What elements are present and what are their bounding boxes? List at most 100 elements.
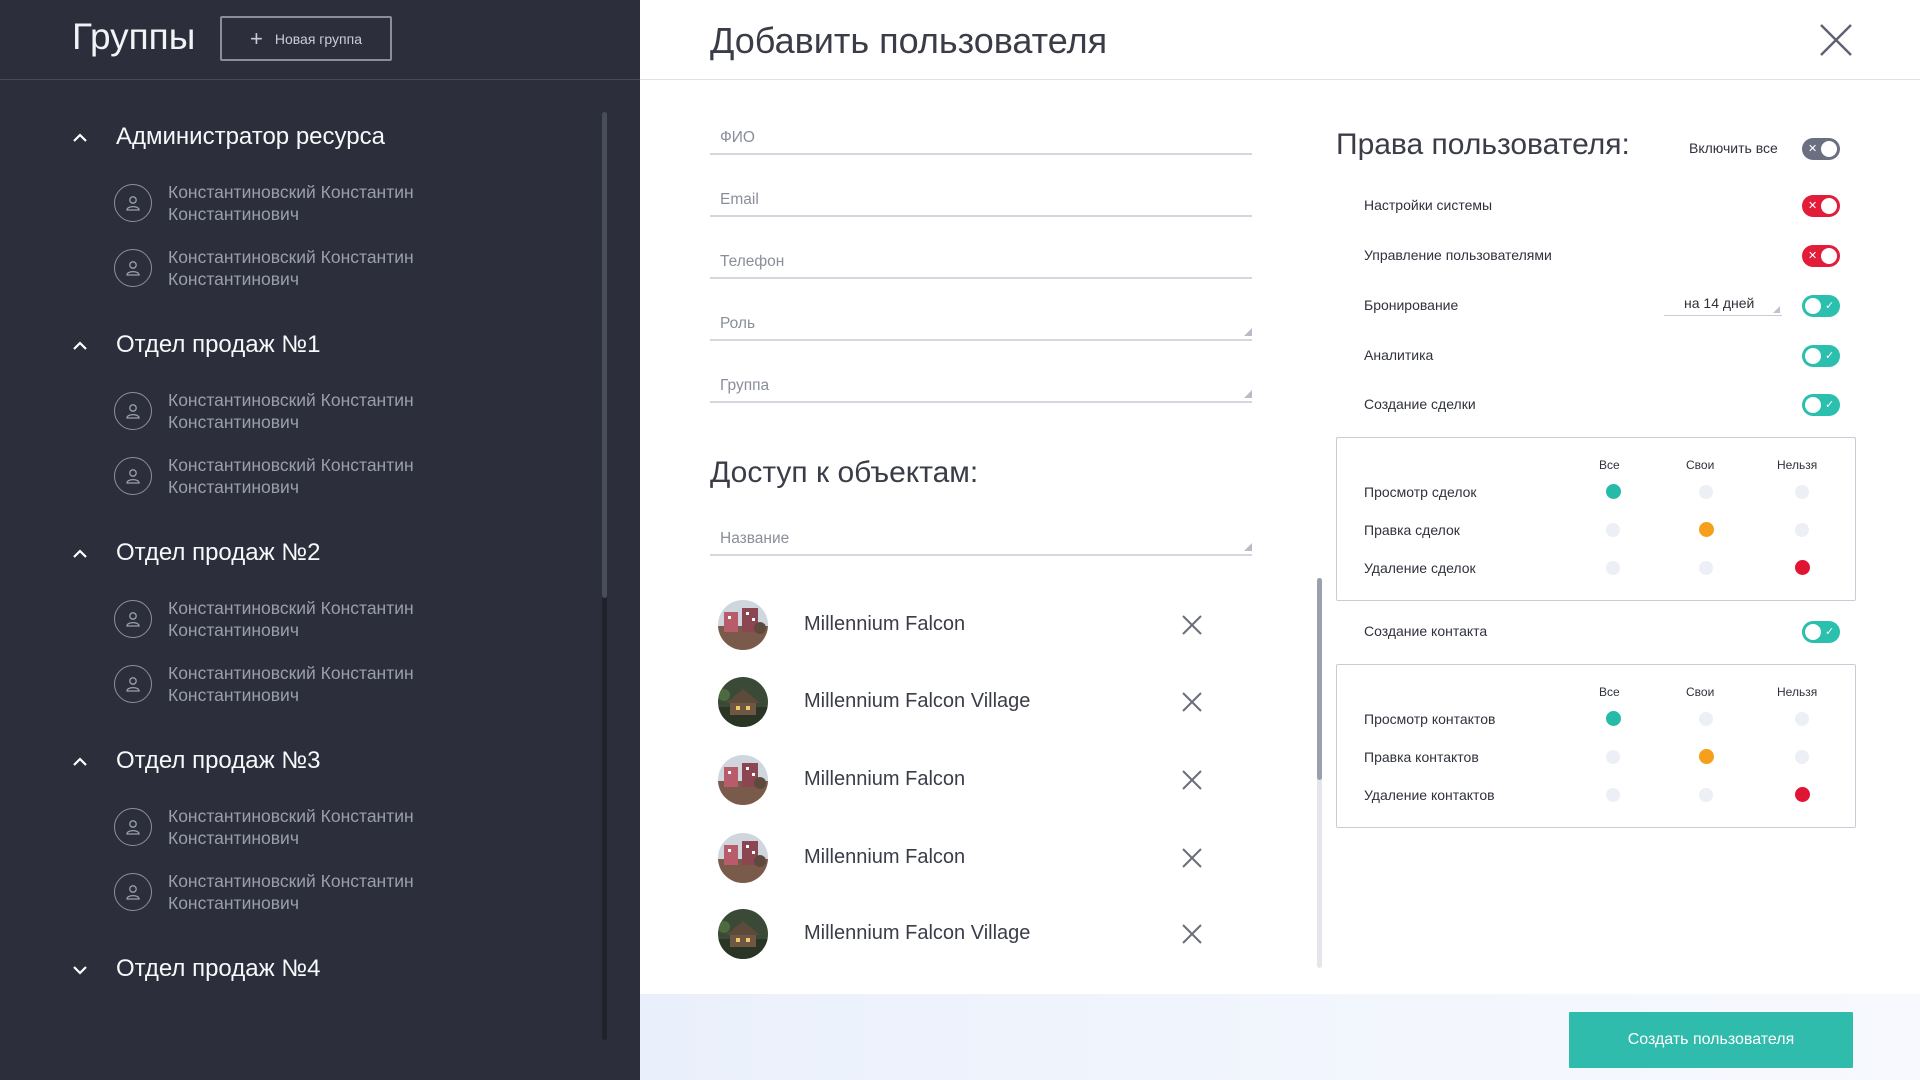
toggle-knob — [1805, 397, 1821, 413]
toggle-knob — [1805, 624, 1821, 640]
sidebar-scrollbar-thumb[interactable] — [602, 112, 607, 598]
resize-corner-icon — [1244, 328, 1252, 336]
radio-edit-none[interactable] — [1795, 750, 1809, 764]
matrix-row-label: Правка сделок — [1364, 522, 1460, 538]
radio-edit-none[interactable] — [1795, 523, 1809, 537]
toggle-knob — [1821, 141, 1837, 157]
object-item: Millennium Falcon Village — [710, 672, 1230, 732]
object-item: Millennium Falcon — [710, 595, 1230, 655]
close-icon[interactable] — [1818, 22, 1854, 58]
member-name: Константиновский Константин Константинов… — [168, 598, 414, 640]
column-own: Свои — [1686, 458, 1715, 472]
radio-view-none[interactable] — [1795, 712, 1809, 726]
check-icon: ✓ — [1825, 626, 1835, 638]
remove-x-icon[interactable] — [1180, 922, 1204, 946]
object-name: Millennium Falcon — [804, 613, 966, 635]
radio-view-none[interactable] — [1795, 485, 1809, 499]
radio-delete-own[interactable] — [1699, 561, 1713, 575]
user-management-toggle[interactable]: ✕ — [1802, 245, 1840, 267]
user-avatar-icon — [114, 665, 152, 703]
radio-edit-own[interactable] — [1699, 749, 1714, 764]
radio-delete-none[interactable] — [1795, 560, 1810, 575]
radio-edit-all[interactable] — [1606, 523, 1620, 537]
x-icon: ✕ — [1808, 250, 1818, 262]
group-header[interactable]: Отдел продаж №4 — [0, 950, 560, 990]
radio-view-own[interactable] — [1699, 485, 1713, 499]
radio-edit-all[interactable] — [1606, 750, 1620, 764]
radio-delete-all[interactable] — [1606, 561, 1620, 575]
remove-x-icon[interactable] — [1180, 846, 1204, 870]
radio-view-own[interactable] — [1699, 712, 1713, 726]
member-item[interactable]: Константиновский Константин Константинов… — [114, 388, 574, 436]
role-select[interactable]: Роль — [710, 301, 1252, 341]
object-name: Millennium Falcon — [804, 846, 966, 868]
radio-delete-all[interactable] — [1606, 788, 1620, 802]
enable-all-label: Включить все — [1689, 140, 1778, 156]
group-header[interactable]: Администратор ресурса — [0, 118, 560, 158]
fio-field[interactable]: ФИО — [710, 115, 1252, 155]
role-placeholder: Роль — [720, 315, 756, 332]
radio-delete-none[interactable] — [1795, 787, 1810, 802]
user-avatar-icon — [114, 249, 152, 287]
resize-corner-icon — [1773, 306, 1780, 313]
member-item[interactable]: Константиновский Константин Константинов… — [114, 180, 574, 228]
column-all: Все — [1599, 458, 1620, 472]
building-photo-icon — [718, 909, 768, 959]
matrix-row-label: Просмотр контактов — [1364, 711, 1496, 727]
deals-permission-matrix: Все Свои Нельзя Просмотр сделок Правка с… — [1336, 437, 1856, 601]
group-name: Отдел продаж №1 — [116, 331, 321, 358]
member-name: Константиновский Константин Константинов… — [168, 663, 414, 705]
group-header[interactable]: Отдел продаж №2 — [0, 534, 560, 574]
email-field[interactable]: Email — [710, 177, 1252, 217]
member-item[interactable]: Константиновский Константин Константинов… — [114, 245, 574, 293]
access-title: Доступ к объектам: — [710, 456, 979, 489]
object-name-field[interactable]: Название — [710, 516, 1252, 556]
create-user-button[interactable]: Создать пользователя — [1569, 1012, 1853, 1068]
remove-x-icon[interactable] — [1180, 613, 1204, 637]
chevron-up-icon — [73, 341, 87, 350]
add-user-panel: Добавить пользователя ФИО Email Телефон … — [640, 0, 1920, 1080]
panel-title: Добавить пользователя — [710, 20, 1108, 61]
object-list-scrollbar[interactable] — [1317, 578, 1322, 968]
chevron-up-icon — [73, 757, 87, 766]
group-header[interactable]: Отдел продаж №3 — [0, 742, 560, 782]
create-contact-toggle[interactable]: ✓ — [1802, 621, 1840, 643]
plus-icon: + — [250, 25, 263, 51]
radio-delete-own[interactable] — [1699, 788, 1713, 802]
groups-sidebar: Группы + Новая группа Администратор ресу… — [0, 0, 640, 1080]
remove-x-icon[interactable] — [1180, 768, 1204, 792]
member-item[interactable]: Константиновский Константин Константинов… — [114, 804, 574, 852]
matrix-row-label: Просмотр сделок — [1364, 484, 1477, 500]
booking-toggle[interactable]: ✓ — [1802, 295, 1840, 317]
phone-field[interactable]: Телефон — [710, 239, 1252, 279]
radio-edit-own[interactable] — [1699, 522, 1714, 537]
member-item[interactable]: Константиновский Константин Константинов… — [114, 596, 574, 644]
group-select[interactable]: Группа — [710, 363, 1252, 403]
check-icon: ✓ — [1825, 350, 1835, 362]
perm-label: Создание сделки — [1364, 396, 1476, 412]
radio-view-all[interactable] — [1606, 711, 1621, 726]
building-photo-icon — [718, 677, 768, 727]
user-avatar-icon — [114, 808, 152, 846]
booking-period-select[interactable]: на 14 дней — [1664, 290, 1782, 316]
group-name: Отдел продаж №3 — [116, 747, 321, 774]
sidebar-scrollbar[interactable] — [602, 112, 607, 1040]
member-item[interactable]: Константиновский Константин Константинов… — [114, 661, 574, 709]
create-deal-toggle[interactable]: ✓ — [1802, 394, 1840, 416]
user-avatar-icon — [114, 457, 152, 495]
remove-x-icon[interactable] — [1180, 690, 1204, 714]
member-name: Константиновский Константин Константинов… — [168, 806, 414, 848]
member-item[interactable]: Константиновский Константин Константинов… — [114, 453, 574, 501]
email-placeholder: Email — [720, 191, 759, 208]
new-group-button[interactable]: + Новая группа — [220, 16, 392, 61]
enable-all-toggle[interactable]: ✕ — [1802, 138, 1840, 160]
system-settings-toggle[interactable]: ✕ — [1802, 195, 1840, 217]
member-item[interactable]: Константиновский Константин Константинов… — [114, 869, 574, 917]
object-list-scrollbar-thumb[interactable] — [1317, 578, 1322, 780]
analytics-toggle[interactable]: ✓ — [1802, 345, 1840, 367]
group-header[interactable]: Отдел продаж №1 — [0, 326, 560, 366]
chevron-up-icon — [73, 549, 87, 558]
object-item: Millennium Falcon Village — [710, 904, 1230, 964]
radio-view-all[interactable] — [1606, 484, 1621, 499]
perm-label: Настройки системы — [1364, 197, 1493, 213]
